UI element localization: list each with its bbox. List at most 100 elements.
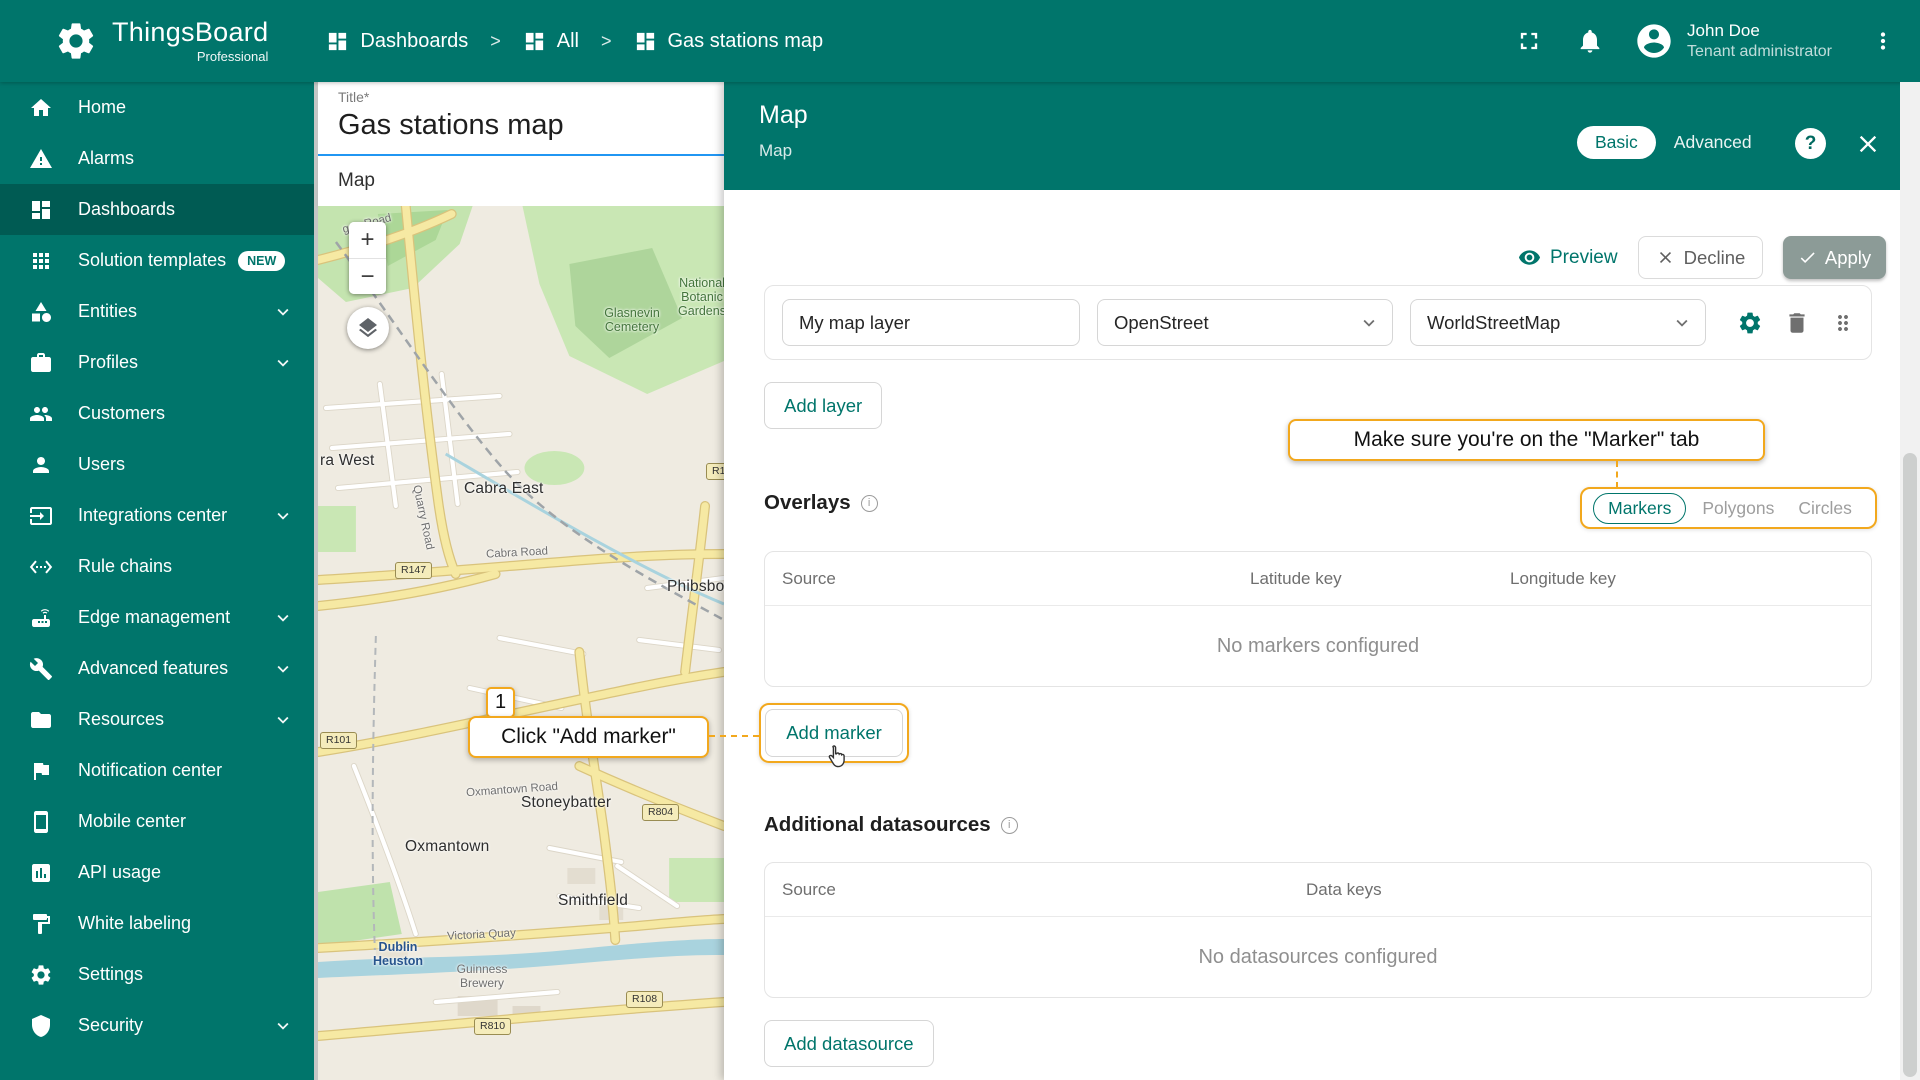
chevron-down-icon	[1671, 312, 1693, 334]
layer-provider-select[interactable]: OpenStreet	[1097, 299, 1393, 346]
sidebar-item-solution-templates[interactable]: Solution templates NEW	[0, 235, 314, 286]
wrench-icon	[29, 657, 53, 681]
column-latitude-key: Latitude key	[1250, 569, 1342, 588]
zoom-out-button[interactable]: −	[349, 258, 386, 294]
sidebar-item-label: Entities	[78, 301, 138, 321]
user-role: Tenant administrator	[1687, 42, 1832, 60]
sidebar-item-profiles[interactable]: Profiles	[0, 337, 314, 388]
home-icon	[29, 96, 53, 120]
datasources-table: Source Data keys No datasources configur…	[764, 862, 1872, 998]
map-widget[interactable]: gan Road Glasnevin Cemetery National Bot…	[318, 206, 724, 1080]
chevron-down-icon	[272, 352, 294, 374]
map-label: Stoneybatter	[521, 794, 612, 811]
layer-delete-button[interactable]	[1784, 310, 1810, 336]
column-source: Source	[782, 569, 836, 588]
road-ref-badge: R804	[642, 804, 680, 822]
more-menu-button[interactable]	[1870, 28, 1896, 54]
sidebar-item-label: Integrations center	[78, 505, 228, 525]
sidebar-item-white-labeling[interactable]: White labeling	[0, 898, 314, 949]
sidebar-item-security[interactable]: Security	[0, 1000, 314, 1051]
title-field-value[interactable]: Gas stations map	[338, 109, 564, 142]
account-circle-icon	[1634, 21, 1674, 61]
apply-button[interactable]: Apply	[1783, 236, 1886, 279]
sidebar-item-rule-chains[interactable]: Rule chains	[0, 541, 314, 592]
fullscreen-button[interactable]	[1515, 27, 1543, 55]
logo-title: ThingsBoard	[112, 17, 269, 48]
datasources-empty-state: No datasources configured	[1198, 945, 1438, 968]
scrollbar-track[interactable]	[1900, 82, 1920, 1080]
drag-handle-icon	[1831, 311, 1855, 335]
chevron-down-icon	[272, 658, 294, 680]
layer-type-select[interactable]: WorldStreetMap	[1410, 299, 1706, 346]
tab-polygons[interactable]: Polygons	[1690, 494, 1786, 523]
bell-icon	[1576, 27, 1604, 55]
breadcrumb-current[interactable]: Gas stations map	[634, 30, 823, 53]
sidebar-item-dashboards[interactable]: Dashboards	[0, 184, 314, 235]
datasources-table-header: Source Data keys	[765, 863, 1871, 917]
layer-type-value: WorldStreetMap	[1427, 311, 1561, 333]
annotation-connector-horizontal	[709, 735, 759, 737]
briefcase-icon	[29, 351, 53, 375]
map-label: Oxmantown	[405, 838, 490, 855]
tab-advanced[interactable]: Advanced	[1656, 126, 1770, 159]
sidebar-item-customers[interactable]: Customers	[0, 388, 314, 439]
layer-drag-handle[interactable]	[1831, 311, 1855, 335]
layer-provider-value: OpenStreet	[1114, 311, 1209, 333]
ethernet-icon	[29, 555, 53, 579]
sidebar-item-api-usage[interactable]: API usage	[0, 847, 314, 898]
gear-icon	[29, 963, 53, 987]
sidebar-item-label: Security	[78, 1015, 144, 1035]
sidebar-item-label: Notification center	[78, 760, 223, 780]
breadcrumb-all[interactable]: All	[523, 30, 579, 53]
config-panel-header: Map Map Basic Advanced ?	[724, 82, 1900, 190]
widget-title-field[interactable]: Title* Gas stations map	[318, 82, 724, 156]
category-icon	[29, 300, 53, 324]
layers-icon	[356, 316, 380, 340]
sidebar-item-alarms[interactable]: Alarms	[0, 133, 314, 184]
sidebar-item-advanced-features[interactable]: Advanced features	[0, 643, 314, 694]
column-data-keys: Data keys	[1306, 880, 1382, 899]
sidebar-item-notification-center[interactable]: Notification center	[0, 745, 314, 796]
zoom-in-button[interactable]: +	[349, 222, 386, 258]
pointer-cursor-icon	[828, 745, 845, 768]
notifications-button[interactable]	[1576, 27, 1604, 55]
decline-button[interactable]: Decline	[1638, 236, 1763, 279]
app-root: ThingsBoard Professional Dashboards > Al…	[0, 0, 1920, 1080]
tab-circles[interactable]: Circles	[1786, 494, 1863, 523]
router-icon	[29, 606, 53, 630]
widget-header: Map	[318, 156, 724, 206]
help-button[interactable]: ?	[1795, 128, 1826, 159]
sidebar-item-label: API usage	[78, 862, 162, 882]
add-datasource-button[interactable]: Add datasource	[764, 1020, 934, 1067]
map-layers-button[interactable]	[347, 307, 389, 349]
add-layer-button[interactable]: Add layer	[764, 382, 883, 429]
tab-basic[interactable]: Basic	[1577, 126, 1656, 159]
layer-settings-button[interactable]	[1737, 310, 1763, 336]
sidebar-item-label: Settings	[78, 964, 144, 984]
preview-label: Preview	[1550, 246, 1618, 268]
sidebar-item-resources[interactable]: Resources	[0, 694, 314, 745]
map-label: Guinness Brewery	[456, 962, 508, 990]
panel-title: Map	[759, 101, 808, 129]
overlays-title-text: Overlays	[764, 491, 851, 514]
user-avatar[interactable]	[1634, 21, 1674, 61]
scrollbar-thumb[interactable]	[1903, 453, 1917, 1077]
sidebar-item-mobile-center[interactable]: Mobile center	[0, 796, 314, 847]
close-button[interactable]	[1854, 130, 1882, 158]
breadcrumb-dashboards[interactable]: Dashboards	[326, 30, 468, 53]
sidebar-item-integrations-center[interactable]: Integrations center	[0, 490, 314, 541]
thingsboard-logo[interactable]: ThingsBoard Professional	[0, 17, 269, 64]
sidebar-item-label: Home	[78, 97, 127, 117]
layer-name-input[interactable]: My map layer	[782, 299, 1080, 346]
markers-table: Source Latitude key Longitude key No mar…	[764, 551, 1872, 687]
tab-markers[interactable]: Markers	[1593, 492, 1687, 524]
sidebar-item-users[interactable]: Users	[0, 439, 314, 490]
sidebar-item-edge-management[interactable]: Edge management	[0, 592, 314, 643]
sidebar-item-entities[interactable]: Entities	[0, 286, 314, 337]
widget-editor-panel: Title* Gas stations map Map Glasnevin Ce…	[314, 82, 724, 1080]
preview-button[interactable]: Preview	[1518, 236, 1618, 279]
sidebar-item-home[interactable]: Home	[0, 82, 314, 133]
sidebar-item-label: Profiles	[78, 352, 139, 372]
road-ref-badge: R108	[626, 991, 664, 1009]
sidebar-item-settings[interactable]: Settings	[0, 949, 314, 1000]
